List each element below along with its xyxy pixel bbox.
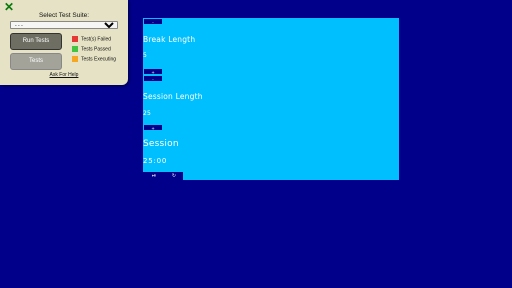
session-length-label: Session Length [143, 92, 203, 101]
legend-failed: Test(s) Failed [72, 36, 111, 42]
legend-failed-label: Test(s) Failed [81, 36, 112, 43]
reset-icon[interactable]: ↻ [170, 172, 178, 180]
legend-passed: Tests Passed [72, 46, 111, 52]
passed-swatch-icon [72, 46, 78, 52]
run-tests-button[interactable]: Run Tests [10, 33, 62, 50]
break-increment-button[interactable]: + [143, 68, 163, 75]
session-decrement-button[interactable]: - [143, 75, 163, 82]
legend-executing: Tests Executing [72, 56, 116, 62]
break-decrement-button[interactable]: - [143, 18, 163, 25]
test-suite-title: Select Test Suite: [38, 12, 90, 19]
failed-swatch-icon [72, 36, 78, 42]
legend-executing-label: Tests Executing [81, 56, 117, 63]
timer-controls: ⏯ ↻ [143, 172, 183, 180]
fcc-test-panel: ✕ Select Test Suite: - - - Run Tests Tes… [0, 0, 128, 85]
break-length-value: 5 [143, 52, 148, 59]
tests-button[interactable]: Tests [10, 53, 62, 70]
play-pause-icon[interactable]: ⏯ [150, 172, 158, 180]
test-suite-select[interactable]: - - - [10, 21, 118, 29]
session-increment-button[interactable]: + [143, 124, 163, 131]
legend-passed-label: Tests Passed [81, 46, 111, 53]
executing-swatch-icon [72, 56, 78, 62]
ask-for-help-link[interactable]: Ask For Help [0, 72, 128, 78]
timer-label: Session [143, 139, 179, 149]
time-left: 25:00 [143, 157, 168, 165]
session-length-value: 25 [143, 110, 152, 117]
break-label: Break Length [143, 35, 196, 44]
